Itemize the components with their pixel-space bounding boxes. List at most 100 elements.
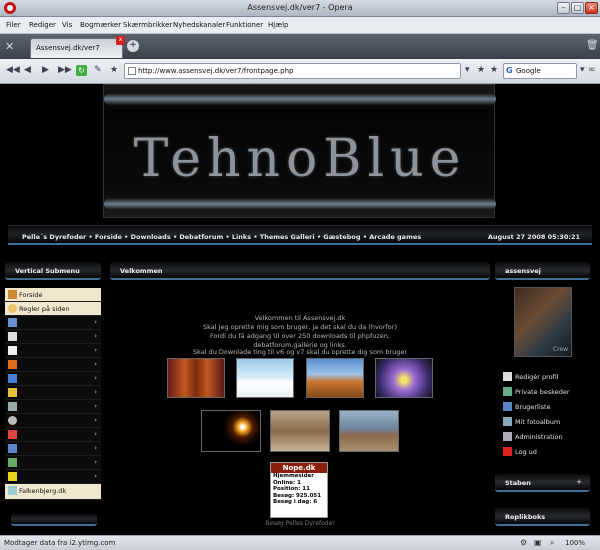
userlist-icon xyxy=(503,402,512,411)
profile-icon xyxy=(503,372,512,381)
sidebar-item-14[interactable]: › xyxy=(5,470,101,484)
site-banner: TehnoBlue xyxy=(103,84,496,218)
menu-nyhedskanaler[interactable]: Nyhedskanaler xyxy=(173,21,225,29)
back-icon[interactable]: ◀ xyxy=(24,65,31,75)
link-label: Brugerliste xyxy=(515,403,551,411)
new-tab-button[interactable]: + xyxy=(127,40,139,52)
site-icon xyxy=(8,486,17,495)
link-label: Administration xyxy=(515,433,563,441)
link-photoalbum[interactable]: Mit fotoalbum xyxy=(503,417,560,426)
rating-star-icon[interactable]: ★ xyxy=(477,65,485,75)
address-field[interactable]: http://www.assensvej.dk/ver7/frontpage.p… xyxy=(124,63,461,79)
tab-bar: ✕ Assensvej.dk/ver7 x + 🗑 xyxy=(0,34,600,59)
sidebar-item-13[interactable]: › xyxy=(5,456,101,470)
link-messages[interactable]: Private beskeder xyxy=(503,387,570,396)
link-label: Redigér profil xyxy=(515,373,559,381)
sidebar-item-forside[interactable]: Forside xyxy=(5,288,101,302)
tab-label: Assensvej.dk/ver7 xyxy=(36,44,100,52)
link-logout[interactable]: Log ud xyxy=(503,447,537,456)
trash-icon[interactable]: 🗑 xyxy=(586,40,599,51)
user-avatar[interactable]: Crew xyxy=(514,287,572,357)
zoom-icon[interactable]: ⌕ xyxy=(550,538,554,548)
tools-icon[interactable]: ✕ xyxy=(5,40,14,53)
fastforward-icon[interactable]: ▶▶ xyxy=(58,65,72,75)
chevron-right-icon: › xyxy=(94,402,97,410)
bookmark-star-icon[interactable]: ★ xyxy=(110,65,118,75)
expand-icon[interactable]: + xyxy=(576,478,582,486)
sidebar-item-3[interactable]: › xyxy=(5,316,101,330)
thumbnail-autumn[interactable] xyxy=(167,358,225,398)
network-icon[interactable]: ⚙ xyxy=(520,538,527,547)
center-panel-header: Velkommen xyxy=(110,262,490,280)
left-panel-footer xyxy=(11,514,97,526)
image-icon[interactable]: ▣ xyxy=(534,538,542,547)
sidebar-item-label: Regler på siden xyxy=(19,305,70,313)
link-edit-profile[interactable]: Redigér profil xyxy=(503,372,559,381)
menu-bogmaerker[interactable]: Bogmærker xyxy=(80,21,121,29)
menu-rediger[interactable]: Rediger xyxy=(29,21,56,29)
warning-icon xyxy=(8,472,17,481)
palette-icon xyxy=(8,430,17,439)
menu-filer[interactable]: Filer xyxy=(6,21,21,29)
sidebar-item-8[interactable]: › xyxy=(5,386,101,400)
nav-links[interactable]: Pelle´s Dyrefoder • Forside • Downloads … xyxy=(22,233,421,241)
besog-link[interactable]: Besøg Pelles Dyrefoder xyxy=(250,520,350,527)
link-label: Private beskeder xyxy=(515,388,570,396)
sidebar-item-label: Falkenbjerg.dk xyxy=(19,487,67,495)
chevron-right-icon: › xyxy=(94,458,97,466)
reload-icon[interactable]: ↻ xyxy=(76,65,87,76)
sidebar-item-10[interactable]: › xyxy=(5,414,101,428)
tab-close-icon[interactable]: x xyxy=(116,36,125,45)
sidebar-item-12[interactable]: › xyxy=(5,442,101,456)
counter-row: Besøg i dag: 6 xyxy=(273,499,318,505)
sidebar-item-label: Forside xyxy=(19,291,43,299)
staben-header[interactable]: Staben + xyxy=(495,474,590,492)
site-logo[interactable]: TehnoBlue xyxy=(104,129,496,189)
sidebar-item-11[interactable]: › xyxy=(5,428,101,442)
maximize-button[interactable]: □ xyxy=(571,2,584,14)
search-input[interactable]: G Google xyxy=(503,63,577,79)
replikboks-title: Replikboks xyxy=(505,513,546,521)
tab-assensvej[interactable]: Assensvej.dk/ver7 x xyxy=(30,36,125,58)
sidebar-item-9[interactable]: › xyxy=(5,400,101,414)
sidebar-item-regler[interactable]: Regler på siden xyxy=(5,302,101,316)
minimize-button[interactable]: – xyxy=(557,2,570,14)
url-text: http://www.assensvej.dk/ver7/frontpage.p… xyxy=(138,67,294,75)
menu-vis[interactable]: Vis xyxy=(62,21,72,29)
edit-icon[interactable]: ✎ xyxy=(94,65,102,75)
download-note: Skal du Downlade ting til v6 og v7 skal … xyxy=(192,348,408,356)
rewind-icon[interactable]: ◀◀ xyxy=(6,65,20,75)
welcome-line: Skal jeg oprette mig som bruger, ja det … xyxy=(203,323,397,331)
thumbnail-polarbear[interactable] xyxy=(236,358,294,398)
thumbnail-camel[interactable] xyxy=(270,410,330,452)
forward-icon[interactable]: ▶ xyxy=(42,65,49,75)
web-page: TehnoBlue Pelle´s Dyrefoder • Forside • … xyxy=(0,84,600,535)
address-dropdown-icon[interactable]: ▾ xyxy=(465,65,470,75)
menu-hjaelp[interactable]: Hjælp xyxy=(268,21,288,29)
sidebar-item-4[interactable]: › xyxy=(5,330,101,344)
nope-counter[interactable]: Nope.dk Hjemmesider Online: 1 Position: … xyxy=(270,462,328,518)
link-administration[interactable]: Administration xyxy=(503,432,563,441)
link-userlist[interactable]: Brugerliste xyxy=(503,402,551,411)
bookmark-add-icon[interactable]: ★ xyxy=(490,65,498,75)
replikboks-header[interactable]: Replikboks xyxy=(495,508,590,526)
menu-skaermbrikker[interactable]: Skærmbrikker xyxy=(123,21,172,29)
zoom-level[interactable]: 100% xyxy=(565,539,585,547)
search-dropdown-icon[interactable]: ▾ xyxy=(580,65,585,75)
status-message: Modtager data fra i2.ytimg.com xyxy=(4,539,116,547)
document-icon xyxy=(8,332,17,341)
center-panel-title: Velkommen xyxy=(120,267,163,275)
users-icon xyxy=(8,346,17,355)
banner-pipe-bottom xyxy=(104,198,496,210)
menu-funktioner[interactable]: Funktioner xyxy=(226,21,263,29)
thumbnail-bear[interactable] xyxy=(339,410,399,452)
sidebar-item-5[interactable]: › xyxy=(5,344,101,358)
close-window-button[interactable]: × xyxy=(585,2,598,14)
thumbnail-flower[interactable] xyxy=(375,358,433,398)
thumbnail-eclipse[interactable] xyxy=(201,410,261,452)
thumbnail-arch[interactable] xyxy=(306,358,364,398)
sidebar-item-falkenbjerg[interactable]: Falkenbjerg.dk xyxy=(5,484,101,500)
zoom-glasses-icon[interactable]: ∞ xyxy=(588,65,596,75)
sidebar-item-7[interactable]: › xyxy=(5,372,101,386)
sidebar-item-6[interactable]: › xyxy=(5,358,101,372)
